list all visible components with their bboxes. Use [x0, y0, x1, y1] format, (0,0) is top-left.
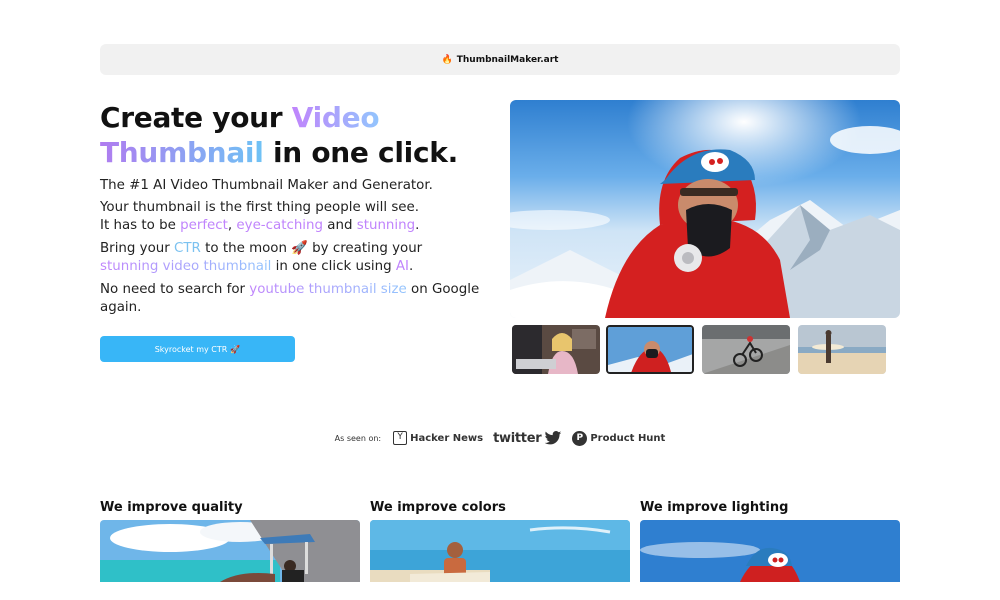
rocket-icon: 🚀 — [230, 344, 241, 354]
thumbnail-mountain-biker[interactable] — [702, 325, 790, 374]
feature-title-quality: We improve quality — [100, 500, 243, 515]
feature-title-colors: We improve colors — [370, 500, 506, 515]
as-seen-on: As seen on: Y Hacker News twitter P Prod… — [334, 430, 666, 446]
hero-paragraph-2: Bring your CTR to the moon 🚀 by creating… — [100, 241, 423, 274]
feature-image-colors — [370, 520, 630, 582]
product-hunt-icon: P — [572, 430, 588, 446]
hero-title: Create your Video Thumbnail in one click… — [100, 101, 458, 169]
hero-paragraph-3: No need to search for youtube thumbnail … — [100, 282, 480, 315]
feature-title-lighting: We improve lighting — [640, 500, 789, 515]
hero-subtitle: The #1 AI Video Thumbnail Maker and Gene… — [100, 178, 433, 193]
brand-name[interactable]: ThumbnailMaker.art — [457, 55, 559, 65]
thumbnail-surfer[interactable] — [798, 325, 886, 374]
title-highlight-video: Video — [291, 101, 380, 134]
hero-paragraph-1: Your thumbnail is the first thing people… — [100, 200, 420, 233]
twitter-bird-icon — [545, 430, 562, 444]
hero-image-mountaineer — [510, 100, 900, 318]
thumbnail-strip — [512, 325, 886, 375]
mountaineer-illustration — [510, 100, 900, 318]
fire-icon: 🔥 — [441, 54, 453, 65]
product-hunt-logo[interactable]: P Product Hunt — [572, 430, 665, 446]
thumbnail-woman-laptop[interactable] — [512, 325, 600, 374]
hacker-news-logo[interactable]: Y Hacker News — [393, 431, 483, 445]
hacker-news-icon: Y — [393, 431, 408, 445]
thumbnail-mountaineer[interactable] — [606, 325, 694, 374]
title-highlight-thumbnail: Thumbnail — [100, 136, 264, 169]
feature-image-lighting — [640, 520, 900, 582]
site-header: 🔥 ThumbnailMaker.art — [100, 44, 900, 75]
twitter-logo[interactable]: twitter — [493, 430, 562, 446]
skyrocket-ctr-button[interactable]: Skyrocket my CTR 🚀 — [100, 336, 295, 362]
feature-image-quality — [100, 520, 360, 582]
